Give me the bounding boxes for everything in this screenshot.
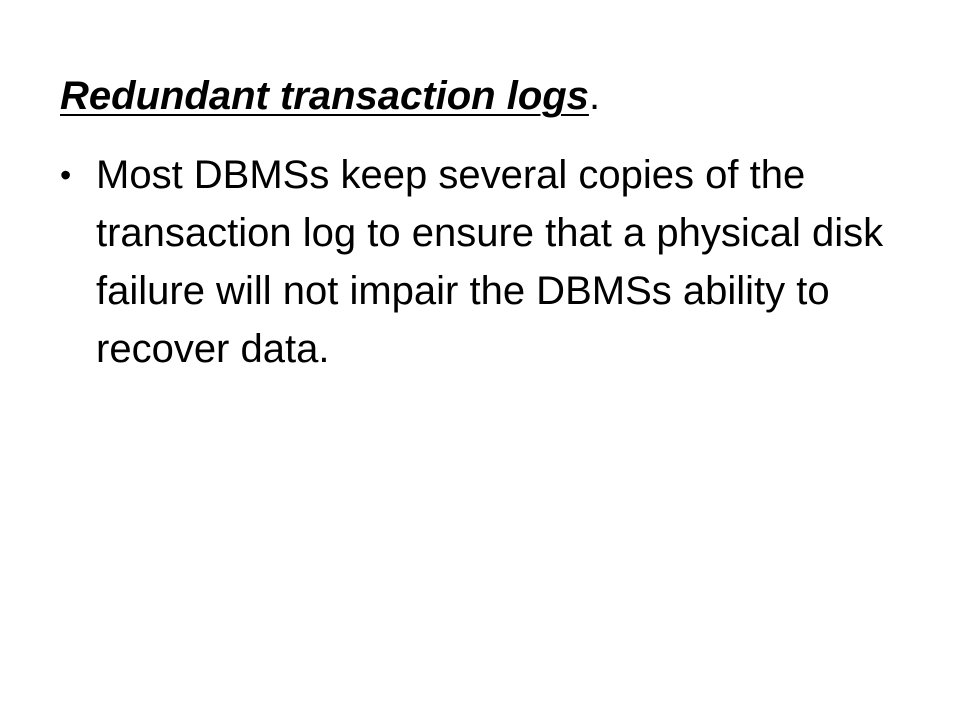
slide: Redundant transaction logs. • Most DBMSs… [0,0,960,720]
heading-punctuation: . [588,74,601,118]
slide-heading: Redundant transaction logs. [60,70,600,122]
bullet-dot-icon: • [60,157,72,193]
bullet-text: Most DBMSs keep several copies of the tr… [96,153,884,371]
bullet-list: • Most DBMSs keep several copies of the … [60,146,920,378]
bullet-item: • Most DBMSs keep several copies of the … [60,146,920,378]
heading-text: Redundant transaction logs [60,74,589,118]
